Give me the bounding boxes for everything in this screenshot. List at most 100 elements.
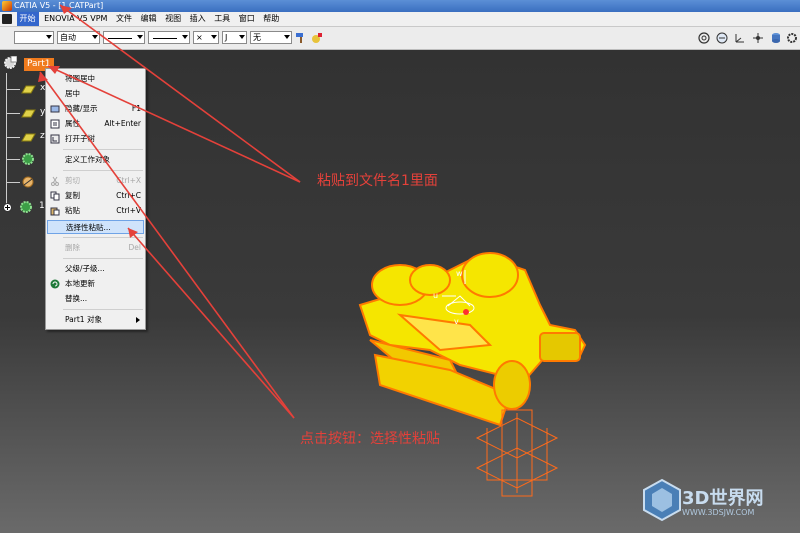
paste-icon bbox=[50, 207, 60, 216]
gear-body-icon bbox=[20, 201, 32, 213]
menu-help[interactable]: 帮助 bbox=[260, 12, 282, 26]
menu-item-shortcut: F1 bbox=[131, 104, 141, 113]
tree-line bbox=[6, 73, 7, 209]
menu-hide-show[interactable]: 隐藏/显示 F1 bbox=[47, 102, 144, 116]
menu-enovia[interactable]: ENOVIA V5 VPM bbox=[41, 12, 110, 26]
chevron-down-icon bbox=[239, 35, 245, 39]
menu-item-shortcut: Alt+Enter bbox=[104, 119, 141, 128]
menu-item-label: 替换... bbox=[65, 294, 88, 303]
menu-properties[interactable]: 属性 Alt+Enter bbox=[47, 117, 144, 131]
part-gear-icon[interactable] bbox=[3, 56, 17, 70]
menu-local-update[interactable]: 本地更新 bbox=[47, 277, 144, 291]
menu-cut: 剪切 Ctrl+X bbox=[47, 174, 144, 188]
annotation-click-paste-special: 点击按钮：选择性粘贴 bbox=[300, 431, 440, 447]
render-style-value: J bbox=[225, 33, 228, 42]
compass-manipulator[interactable]: w u v bbox=[430, 268, 480, 326]
menu-copy[interactable]: 复制 Ctrl+C bbox=[47, 189, 144, 203]
menu-view[interactable]: 视图 bbox=[162, 12, 184, 26]
menu-item-label: 隐藏/显示 bbox=[65, 104, 98, 113]
expand-plus-icon[interactable] bbox=[3, 203, 12, 212]
layer-combo[interactable]: 无 bbox=[250, 31, 292, 44]
menu-center-graph[interactable]: 将图居中 bbox=[47, 72, 144, 86]
menu-insert[interactable]: 插入 bbox=[187, 12, 209, 26]
title-bar: CATIA V5 - [1.CATPart] bbox=[0, 0, 800, 12]
watermark-cube-icon bbox=[643, 478, 681, 522]
transparency-value: 自动 bbox=[60, 33, 76, 42]
menu-open-subtree[interactable]: 打开子树 bbox=[47, 132, 144, 146]
chevron-down-icon bbox=[92, 35, 98, 39]
watermark-url: WWW.3DSJW.COM bbox=[682, 508, 755, 517]
menu-item-shortcut: Ctrl+V bbox=[116, 206, 141, 215]
properties-icon bbox=[50, 119, 60, 129]
measure-icon[interactable] bbox=[716, 32, 728, 44]
window-title: CATIA V5 - [1.CATPart] bbox=[14, 1, 104, 10]
menu-item-label: 属性 bbox=[65, 119, 80, 128]
menu-part1-object[interactable]: Part1 对象 bbox=[47, 313, 144, 327]
geometrical-set-icon bbox=[22, 176, 34, 188]
menu-define-work-object[interactable]: 定义工作对象 bbox=[47, 153, 144, 167]
chevron-down-icon bbox=[284, 35, 290, 39]
cylinder-icon[interactable] bbox=[770, 32, 782, 44]
subtree-icon bbox=[50, 134, 60, 144]
copy-icon bbox=[50, 191, 60, 201]
menu-center[interactable]: 居中 bbox=[47, 87, 144, 101]
menu-item-label: 复制 bbox=[65, 191, 80, 200]
menu-item-label: 居中 bbox=[65, 89, 80, 98]
compass-u-label: u bbox=[433, 291, 438, 300]
scissors-icon bbox=[51, 176, 59, 186]
menu-item-label: 父级/子级... bbox=[65, 264, 105, 273]
menu-replace[interactable]: 替换... bbox=[47, 292, 144, 306]
tree-stem bbox=[6, 137, 20, 138]
menu-parents-children[interactable]: 父级/子级... bbox=[47, 262, 144, 276]
gear-icon[interactable] bbox=[786, 32, 798, 44]
plane-icon bbox=[21, 85, 36, 94]
transparency-combo[interactable]: 自动 bbox=[57, 31, 100, 44]
menu-start[interactable]: 开始 bbox=[16, 12, 39, 26]
menu-separator bbox=[63, 237, 143, 238]
catia-app-icon bbox=[2, 1, 12, 11]
layer-value: 无 bbox=[253, 33, 261, 42]
update-icon bbox=[50, 279, 60, 289]
menu-separator bbox=[63, 309, 143, 310]
chevron-down-icon bbox=[46, 35, 52, 39]
menu-item-shortcut: Del bbox=[128, 243, 141, 252]
compass-v-label: v bbox=[454, 317, 459, 326]
annotation-paste-into-file: 粘贴到文件名1里面 bbox=[317, 173, 438, 189]
menu-bar: 开始 ENOVIA V5 VPM 文件 编辑 视图 插入 工具 窗口 帮助 bbox=[0, 12, 800, 27]
menu-paste[interactable]: 粘贴 Ctrl+V bbox=[47, 204, 144, 218]
graphic-properties-icon[interactable] bbox=[311, 32, 323, 44]
format-painter-icon[interactable] bbox=[295, 32, 307, 44]
menu-tools[interactable]: 工具 bbox=[211, 12, 233, 26]
point-symbol-combo[interactable]: × bbox=[193, 31, 219, 44]
context-menu: 将图居中 居中 隐藏/显示 F1 属性 Alt+Enter 打开子树 定义工作对… bbox=[45, 68, 146, 330]
menu-item-label: 打开子树 bbox=[65, 134, 95, 143]
menu-file[interactable]: 文件 bbox=[113, 12, 135, 26]
chevron-down-icon bbox=[182, 35, 188, 39]
watermark-text: 3D世界网 bbox=[682, 488, 764, 509]
compass-tool-icon[interactable] bbox=[752, 32, 764, 44]
menu-item-label: Part1 对象 bbox=[65, 315, 102, 324]
axis-system-icon[interactable] bbox=[734, 32, 746, 44]
menu-item-shortcut: Ctrl+C bbox=[116, 191, 141, 200]
chevron-down-icon bbox=[211, 35, 217, 39]
menu-window[interactable]: 窗口 bbox=[236, 12, 258, 26]
3d-part-model[interactable] bbox=[340, 235, 590, 435]
hide-show-icon bbox=[50, 105, 60, 113]
spiral-icon[interactable] bbox=[698, 32, 710, 44]
catia-logo-icon bbox=[2, 14, 12, 24]
linetype-combo[interactable] bbox=[148, 31, 190, 44]
menu-item-label: 选择性粘贴... bbox=[66, 223, 111, 232]
line-sample bbox=[108, 38, 132, 39]
tree-stem bbox=[6, 89, 20, 90]
line-thickness-combo[interactable] bbox=[103, 31, 145, 44]
compass-w-label: w bbox=[456, 269, 463, 278]
fill-color-combo[interactable] bbox=[14, 31, 54, 44]
menu-edit[interactable]: 编辑 bbox=[138, 12, 160, 26]
watermark: 3D世界网 WWW.3DSJW.COM bbox=[642, 478, 798, 530]
plane-icon bbox=[21, 133, 36, 142]
tree-stem bbox=[6, 182, 20, 183]
tree-node-label: 1 bbox=[39, 201, 45, 211]
menu-paste-special[interactable]: 选择性粘贴... bbox=[47, 220, 144, 234]
render-style-combo[interactable]: J bbox=[222, 31, 247, 44]
menu-item-shortcut: Ctrl+X bbox=[116, 176, 141, 185]
